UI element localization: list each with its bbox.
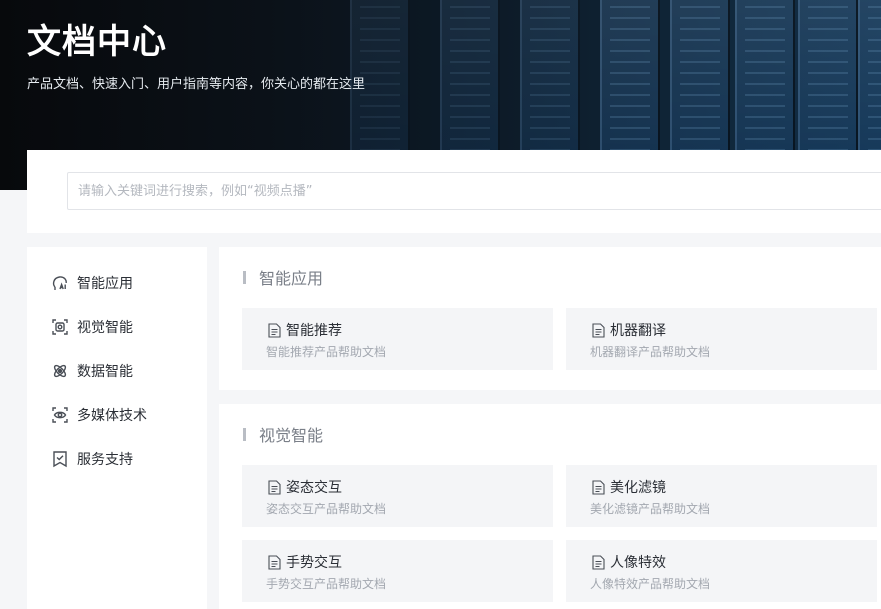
document-icon	[268, 322, 281, 338]
card-head: 美化滤镜	[592, 477, 666, 497]
card-description: 人像特效产品帮助文档	[590, 577, 711, 591]
sidebar-item-smart-apps[interactable]: 智能应用	[51, 272, 201, 294]
section-title: 视觉智能	[243, 424, 324, 445]
atom-icon	[51, 362, 69, 380]
page-title: 文档中心	[27, 22, 167, 62]
sidebar-item-label: 多媒体技术	[77, 408, 147, 424]
sidebar-item-support[interactable]: 服务支持	[51, 448, 201, 470]
document-icon	[268, 554, 281, 570]
card-head: 姿态交互	[268, 477, 342, 497]
ai-head-icon	[51, 274, 69, 292]
category-sidebar: 智能应用 视觉智能 数据智能 多媒体技术 服务支持	[27, 247, 207, 609]
section-smart-apps: 智能应用 智能推荐 智能推荐产品帮助文档 机器翻译 机器翻译产品帮助文档	[219, 247, 881, 390]
section-title-text: 视觉智能	[259, 426, 324, 445]
sidebar-item-vision[interactable]: 视觉智能	[51, 316, 201, 338]
card-description: 手势交互产品帮助文档	[266, 577, 387, 591]
section-title-marker	[243, 427, 246, 441]
doc-card[interactable]: 机器翻译 机器翻译产品帮助文档	[566, 308, 877, 370]
sidebar-item-multimedia[interactable]: 多媒体技术	[51, 404, 201, 426]
card-head: 手势交互	[268, 552, 342, 572]
card-description: 机器翻译产品帮助文档	[590, 345, 711, 359]
doc-card[interactable]: 姿态交互 姿态交互产品帮助文档	[242, 465, 553, 527]
doc-card[interactable]: 人像特效 人像特效产品帮助文档	[566, 540, 877, 602]
section-title-marker	[243, 270, 246, 284]
card-description: 智能推荐产品帮助文档	[266, 345, 387, 359]
document-icon	[592, 554, 605, 570]
sidebar-item-data[interactable]: 数据智能	[51, 360, 201, 382]
card-head: 智能推荐	[268, 320, 342, 340]
sidebar-item-label: 智能应用	[77, 276, 133, 292]
card-title: 人像特效	[610, 555, 666, 571]
search-panel	[27, 150, 881, 233]
document-icon	[592, 479, 605, 495]
doc-card[interactable]: 手势交互 手势交互产品帮助文档	[242, 540, 553, 602]
doc-card[interactable]: 美化滤镜 美化滤镜产品帮助文档	[566, 465, 877, 527]
bookmark-check-icon	[51, 450, 69, 468]
card-title: 机器翻译	[610, 323, 666, 339]
sidebar-item-label: 数据智能	[77, 364, 133, 380]
eye-icon	[51, 406, 69, 424]
sidebar-item-label: 服务支持	[77, 452, 133, 468]
section-vision: 视觉智能 姿态交互 姿态交互产品帮助文档 美化滤镜 美化滤镜产品帮助文档 手势交…	[219, 404, 881, 609]
document-icon	[268, 479, 281, 495]
section-title-text: 智能应用	[259, 269, 324, 288]
card-title: 姿态交互	[286, 480, 342, 496]
card-description: 姿态交互产品帮助文档	[266, 502, 387, 516]
doc-card[interactable]: 智能推荐 智能推荐产品帮助文档	[242, 308, 553, 370]
card-head: 人像特效	[592, 552, 666, 572]
card-title: 美化滤镜	[610, 480, 666, 496]
search-input[interactable]	[67, 172, 881, 210]
card-description: 美化滤镜产品帮助文档	[590, 502, 711, 516]
card-head: 机器翻译	[592, 320, 666, 340]
vision-scan-icon	[51, 318, 69, 336]
card-title: 智能推荐	[286, 323, 342, 339]
document-icon	[592, 322, 605, 338]
section-title: 智能应用	[243, 267, 324, 288]
sidebar-item-label: 视觉智能	[77, 320, 133, 336]
page-subtitle: 产品文档、快速入门、用户指南等内容，你关心的都在这里	[27, 77, 366, 92]
card-title: 手势交互	[286, 555, 342, 571]
